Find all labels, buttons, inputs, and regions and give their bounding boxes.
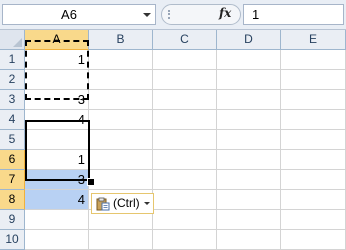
cell-e9[interactable]: [281, 210, 346, 230]
cell-d5[interactable]: [217, 130, 281, 150]
cell-b3[interactable]: [89, 90, 153, 110]
cell-b7[interactable]: [89, 170, 153, 190]
column-header-c[interactable]: C: [153, 30, 217, 50]
select-all-button[interactable]: [0, 30, 25, 50]
row-header-6[interactable]: 6: [0, 150, 25, 170]
cell-d3[interactable]: [217, 90, 281, 110]
splitter-grip-icon[interactable]: [168, 10, 176, 19]
cell-e4[interactable]: [281, 110, 346, 130]
formula-input[interactable]: 1: [243, 4, 344, 25]
clipboard-icon: [96, 197, 110, 211]
cell-d2[interactable]: [217, 70, 281, 90]
cell-b4[interactable]: [89, 110, 153, 130]
column-header-d[interactable]: D: [217, 30, 281, 50]
cell-b5[interactable]: [89, 130, 153, 150]
row-header-2[interactable]: 2: [0, 70, 25, 90]
selection-border: [25, 120, 90, 181]
cell-d6[interactable]: [217, 150, 281, 170]
row-header-7[interactable]: 7: [0, 170, 25, 190]
cell-e3[interactable]: [281, 90, 346, 110]
column-header-e[interactable]: E: [281, 30, 346, 50]
cell-e1[interactable]: [281, 50, 346, 70]
cell-e7[interactable]: [281, 170, 346, 190]
cell-e5[interactable]: [281, 130, 346, 150]
cell-b10[interactable]: [89, 230, 153, 250]
name-box-value[interactable]: A6: [3, 5, 135, 24]
name-box[interactable]: A6: [2, 4, 156, 25]
paste-options-button[interactable]: (Ctrl): [91, 193, 154, 214]
cell-a8[interactable]: 4: [25, 190, 89, 210]
cell-d4[interactable]: [217, 110, 281, 130]
select-all-triangle-icon: [13, 38, 22, 47]
cell-a9[interactable]: [25, 210, 89, 230]
row-header-9[interactable]: 9: [0, 210, 25, 230]
fill-handle[interactable]: [87, 178, 95, 186]
cell-d8[interactable]: [217, 190, 281, 210]
copy-marquee: [25, 40, 89, 100]
cell-e2[interactable]: [281, 70, 346, 90]
paste-options-label: (Ctrl): [113, 196, 140, 210]
row-header-10[interactable]: 10: [0, 230, 25, 250]
cell-c9[interactable]: [153, 210, 217, 230]
cell-c1[interactable]: [153, 50, 217, 70]
row-header-1[interactable]: 1: [0, 50, 25, 70]
cell-e10[interactable]: [281, 230, 346, 250]
cell-d7[interactable]: [217, 170, 281, 190]
cell-b2[interactable]: [89, 70, 153, 90]
cell-c10[interactable]: [153, 230, 217, 250]
cell-a10[interactable]: [25, 230, 89, 250]
cell-c3[interactable]: [153, 90, 217, 110]
cell-c6[interactable]: [153, 150, 217, 170]
insert-function-button[interactable]: fx: [219, 6, 231, 20]
cell-c8[interactable]: [153, 190, 217, 210]
cell-e8[interactable]: [281, 190, 346, 210]
cell-c2[interactable]: [153, 70, 217, 90]
row-header-4[interactable]: 4: [0, 110, 25, 130]
cell-b1[interactable]: [89, 50, 153, 70]
formula-bar: A6 fx 1: [0, 0, 346, 30]
cell-b6[interactable]: [89, 150, 153, 170]
cell-d10[interactable]: [217, 230, 281, 250]
cell-e6[interactable]: [281, 150, 346, 170]
column-header-b[interactable]: B: [89, 30, 153, 50]
row-header-8[interactable]: 8: [0, 190, 25, 210]
cell-c5[interactable]: [153, 130, 217, 150]
cell-d9[interactable]: [217, 210, 281, 230]
chevron-down-icon: [144, 202, 150, 205]
formula-bar-controls: fx: [161, 4, 241, 25]
row-header-3[interactable]: 3: [0, 90, 25, 110]
cell-c4[interactable]: [153, 110, 217, 130]
cell-d1[interactable]: [217, 50, 281, 70]
formula-input-value[interactable]: 1: [252, 5, 259, 24]
cell-c7[interactable]: [153, 170, 217, 190]
chevron-down-icon[interactable]: [143, 13, 151, 17]
row-header-5[interactable]: 5: [0, 130, 25, 150]
